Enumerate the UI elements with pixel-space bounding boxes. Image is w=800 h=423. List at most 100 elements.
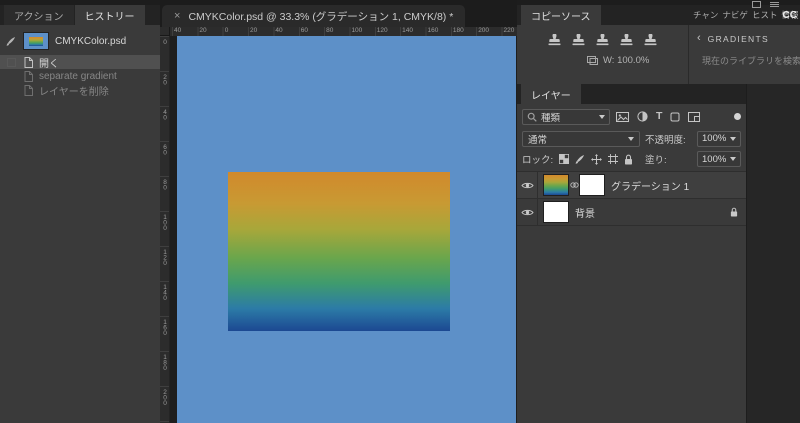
ruler-left: 0 20 40 60 80 100 120 140 160 180 200 xyxy=(160,36,170,423)
history-brush-icon xyxy=(6,37,15,46)
shape-layer-filter-icon[interactable] xyxy=(670,112,680,122)
ruler-number: 20 xyxy=(199,27,207,34)
tab-clone-source[interactable]: コピーソース xyxy=(521,5,601,25)
tab-history[interactable]: ヒストリー xyxy=(74,5,145,25)
fill-value: 100% xyxy=(702,153,727,165)
ruler-number: 180 xyxy=(452,27,464,34)
ruler-number: 80 xyxy=(326,27,334,34)
search-icon xyxy=(527,112,537,122)
gradients-panel: ‹ GRADIENTS 現在のライブラリを検索 xyxy=(688,25,800,84)
history-state-icon xyxy=(24,56,33,68)
clone-width-field[interactable]: W: 100.0% xyxy=(587,55,688,66)
clone-stamp-icon[interactable] xyxy=(619,34,634,47)
ruler-top: 40 20 0 20 40 60 80 100 120 140 160 180 200 220 xyxy=(170,27,517,36)
workspace-icon[interactable] xyxy=(752,1,761,8)
eye-icon xyxy=(520,209,534,215)
history-snapshot-row[interactable]: CMYKColor.psd xyxy=(0,30,160,52)
background-lock-icon[interactable] xyxy=(730,207,738,217)
creative-cloud-badge[interactable]: CC xyxy=(783,5,797,25)
layer-thumbnail[interactable] xyxy=(543,174,569,196)
filter-type-icons: T xyxy=(616,111,701,122)
pixel-layer-filter-icon[interactable] xyxy=(616,111,629,122)
tab-actions[interactable]: アクション xyxy=(4,5,74,25)
history-item-delete-layer[interactable]: レイヤーを削除 xyxy=(0,83,160,98)
clone-stamp-icon[interactable] xyxy=(643,34,658,47)
smart-object-filter-icon[interactable] xyxy=(688,111,701,122)
back-chevron-icon[interactable]: ‹ xyxy=(697,33,701,44)
ruler-number: 20 xyxy=(161,74,169,85)
blend-row: 通常 不透明度: 100% xyxy=(522,130,741,147)
tab-channels[interactable]: チャン xyxy=(691,5,720,25)
snapshot-thumbnail-gradient xyxy=(29,37,43,46)
gradient-layer-preview[interactable] xyxy=(228,172,450,331)
history-well[interactable] xyxy=(3,69,19,83)
history-item-label: CMYKColor.psd xyxy=(55,35,127,47)
ruler-number: 140 xyxy=(161,284,169,301)
tab-layers-label: レイヤー xyxy=(531,90,571,102)
layer-thumbnail[interactable] xyxy=(543,201,569,223)
ruler-number: 0 xyxy=(224,27,229,34)
opacity-input[interactable]: 100% xyxy=(697,130,741,147)
layer-row-background[interactable]: 背景 xyxy=(517,199,746,226)
layer-row-gradient[interactable]: グラデーション 1 xyxy=(517,172,746,199)
dock-controls xyxy=(752,1,779,8)
ruler-number: 120 xyxy=(161,249,169,266)
lock-pixels-icon[interactable] xyxy=(575,154,585,164)
chevron-down-icon xyxy=(628,136,634,141)
layer-name: グラデーション 1 xyxy=(611,181,690,193)
eye-icon xyxy=(520,182,534,188)
mask-link-icon[interactable] xyxy=(568,182,580,188)
opacity-label: 不透明度: xyxy=(645,134,686,146)
tab-actions-label: アクション xyxy=(14,11,64,23)
lock-transparency-icon[interactable] xyxy=(559,154,570,164)
filter-kind-dropdown[interactable]: 種類 xyxy=(522,108,610,125)
pasteboard xyxy=(170,36,517,423)
adjustment-layer-filter-icon[interactable] xyxy=(637,111,648,122)
menu-icon[interactable] xyxy=(770,1,779,8)
lock-position-icon[interactable] xyxy=(591,153,603,165)
lock-buttons xyxy=(559,153,633,165)
canvas-document[interactable] xyxy=(177,36,516,423)
layers-tabbar: レイヤー xyxy=(517,84,746,104)
chevron-down-icon xyxy=(730,157,736,161)
ruler-corner xyxy=(160,27,170,36)
clone-stamp-icon[interactable] xyxy=(547,34,562,47)
history-item-open[interactable]: 開く xyxy=(0,55,160,70)
ruler-number: 60 xyxy=(161,144,169,155)
snapshot-thumbnail[interactable] xyxy=(23,32,49,50)
visibility-toggle[interactable] xyxy=(517,199,538,225)
clone-source-slots xyxy=(517,25,688,47)
ruler-number: 0 xyxy=(161,39,169,45)
lock-artboard-icon[interactable] xyxy=(608,154,619,164)
ruler-number: 120 xyxy=(376,27,388,34)
fill-label: 塗り: xyxy=(645,155,667,166)
ruler-number: 180 xyxy=(161,354,169,371)
visibility-toggle[interactable] xyxy=(517,172,538,198)
tab-layers[interactable]: レイヤー xyxy=(521,84,581,104)
filter-toggle[interactable] xyxy=(734,113,741,120)
layer-mask-thumbnail[interactable] xyxy=(579,174,605,196)
gradients-search-input[interactable]: 現在のライブラリを検索 xyxy=(697,54,800,67)
close-icon[interactable]: × xyxy=(174,10,180,22)
type-layer-filter-icon[interactable]: T xyxy=(656,111,662,122)
fill-input[interactable]: 100% xyxy=(697,151,741,167)
clone-width-value: W: 100.0% xyxy=(603,55,650,66)
dock-background xyxy=(746,84,800,423)
clone-stamp-icon[interactable] xyxy=(595,34,610,47)
ruler-number: 200 xyxy=(161,389,169,406)
blend-mode-dropdown[interactable]: 通常 xyxy=(522,130,640,147)
history-item-separate-gradient[interactable]: separate gradient xyxy=(0,69,160,83)
ruler-number: 160 xyxy=(427,27,439,34)
ruler-number: 100 xyxy=(351,27,363,34)
tab-histogram[interactable]: ヒスト xyxy=(750,5,780,25)
history-brush-source-well[interactable] xyxy=(3,30,19,52)
clone-source-panel: W: 100.0% xyxy=(517,25,688,84)
ruler-number: 20 xyxy=(250,27,258,34)
document-tab[interactable]: × CMYKColor.psd @ 33.3% (グラデーション 1, CMYK… xyxy=(162,5,466,27)
lock-all-icon[interactable] xyxy=(624,154,633,165)
clone-stamp-icon[interactable] xyxy=(571,34,586,47)
history-well[interactable] xyxy=(3,83,19,97)
opacity-value: 100% xyxy=(702,133,727,144)
history-well[interactable] xyxy=(3,55,19,69)
tab-navigator[interactable]: ナビゲ xyxy=(720,5,750,25)
